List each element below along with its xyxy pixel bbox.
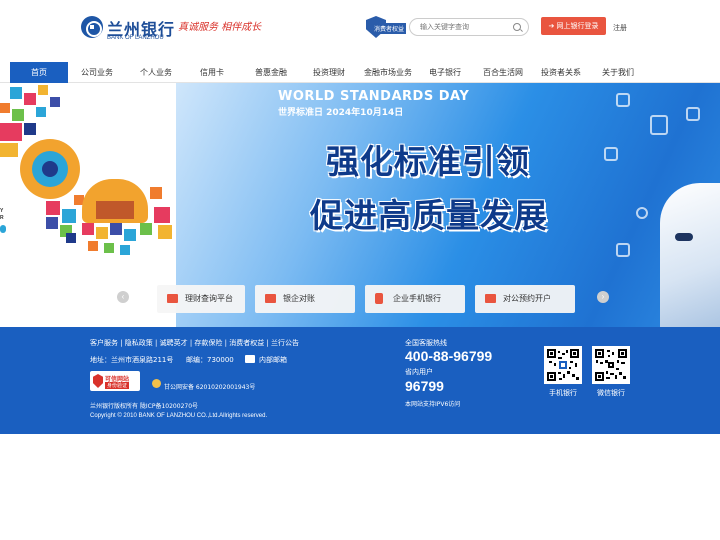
nav-inclusive-finance[interactable]: 普惠金融 [248,62,294,83]
banner-left-art: YR [0,83,176,327]
person-icon [686,107,700,121]
robot-illustration [660,183,720,327]
consumer-rights-label[interactable]: 消费者权益 [372,23,407,34]
quick-link-label: 企业手机银行 [393,294,441,303]
nav-about-us[interactable]: 关于我们 [598,62,638,83]
police-badge-icon [152,379,161,388]
ipv6-note: 本网站支持IPV6访问 [405,401,461,408]
quick-link-wealth-query[interactable]: 理财查询平台 [157,285,245,313]
main-nav: 首页 公司业务 个人业务 信用卡 普惠金融 投资理财 金融市场业务 电子银行 百… [0,62,720,83]
wechat-banking-qr-label: 微信银行 [597,389,625,397]
mobile-banking-qr-label: 手机银行 [549,389,577,397]
quick-link-account-booking[interactable]: 对公预约开户 [475,285,575,313]
robot-eye [675,233,693,241]
wechat-banking-qr-code [592,346,630,384]
province-label: 省内用户 [405,368,433,376]
footer-links[interactable]: 客户服务 | 隐私政策 | 诚聘英才 | 存款保险 | 消费者权益 | 兰行公告 [90,338,299,348]
nav-home[interactable]: 首页 [10,62,68,83]
bank-logo[interactable]: 兰州银行 BANK OF LANZHOU [81,16,174,42]
banner-left-caption: YR [0,208,4,221]
banner-prev-arrow[interactable]: ‹ [117,291,129,303]
site-footer: 客户服务 | 隐私政策 | 诚聘英才 | 存款保险 | 消费者权益 | 兰行公告… [0,327,720,434]
hero-banner[interactable]: YR WORLD STANDARDS DAY 世界标准日 2024年10月14日… [0,83,720,327]
wallet-icon [167,294,178,303]
banner-headline-2: 促进高质量发展 [310,196,548,235]
hotline-number: 400-88-96799 [405,348,493,364]
nav-e-banking[interactable]: 电子银行 [424,62,466,83]
quick-link-label: 对公预约开户 [503,294,551,303]
calendar-icon [485,294,496,303]
cart-icon [604,147,618,161]
banner-headline-1: 强化标准引领 [326,142,530,181]
nav-investment[interactable]: 投资理财 [306,62,352,83]
banner-date-line: 世界标准日 2024年10月14日 [278,108,404,118]
icp-record: 兰州银行版权所有 陇ICP备10200270号 [90,403,199,410]
banner-next-arrow[interactable]: › [597,291,609,303]
public-security-record[interactable]: 甘公网安备 62010202001943号 [164,382,255,391]
reconcile-icon [265,294,276,303]
login-icon: ➔ [548,22,557,30]
bank-logo-icon [81,16,103,38]
register-link[interactable]: 注册 [613,23,627,33]
internal-mail-link[interactable]: 内部邮箱 [259,355,287,365]
slogan: 真诚服务 相伴成长 [178,22,262,33]
trusted-site-badge[interactable]: 可信网站 身份验证 [90,371,140,391]
mobile-banking-qr-code [544,346,582,384]
nav-credit-card[interactable]: 信用卡 [192,62,232,83]
nav-lily-life[interactable]: 百合生活网 [478,62,528,83]
mobile-icon [375,293,383,304]
nav-financial-markets[interactable]: 金融市场业务 [360,62,416,83]
login-label: 网上银行登录 [556,22,599,30]
hotline-label: 全国客服热线 [405,339,447,347]
nav-investor-relations[interactable]: 投资者关系 [536,62,586,83]
mail-icon[interactable] [245,355,255,363]
quick-link-label: 理财查询平台 [185,294,233,303]
search-box [409,18,529,36]
quick-link-corporate-mobile[interactable]: 企业手机银行 [365,285,465,313]
nav-personal[interactable]: 个人业务 [133,62,179,83]
footer-zip: 邮编：730000 [186,356,234,364]
plant-icon [616,243,630,257]
footer-address: 地址：兰州市酒泉路211号 [90,356,174,364]
quick-link-label: 银企对账 [283,294,315,303]
nav-corporate[interactable]: 公司业务 [74,62,120,83]
banner-en-title: WORLD STANDARDS DAY [278,89,470,104]
graduation-icon [616,93,630,107]
online-banking-login-button[interactable]: ➔ 网上银行登录 [541,17,606,35]
search-input[interactable] [420,21,510,33]
province-number: 96799 [405,378,444,394]
coin-icon [636,207,648,219]
bank-name-en: BANK OF LANZHOU [107,35,164,41]
trust-subtitle: 身份验证 [105,382,130,389]
site-header: 兰州银行 BANK OF LANZHOU 真诚服务 相伴成长 消费者权益 ➔ 网… [0,0,720,62]
copyright: Copyright © 2010 BANK OF LANZHOU CO.,Ltd… [90,413,268,419]
quick-link-reconcile[interactable]: 银企对账 [255,285,355,313]
building-icon [650,115,668,135]
trust-shield-icon [93,374,103,388]
search-icon[interactable] [513,23,521,31]
